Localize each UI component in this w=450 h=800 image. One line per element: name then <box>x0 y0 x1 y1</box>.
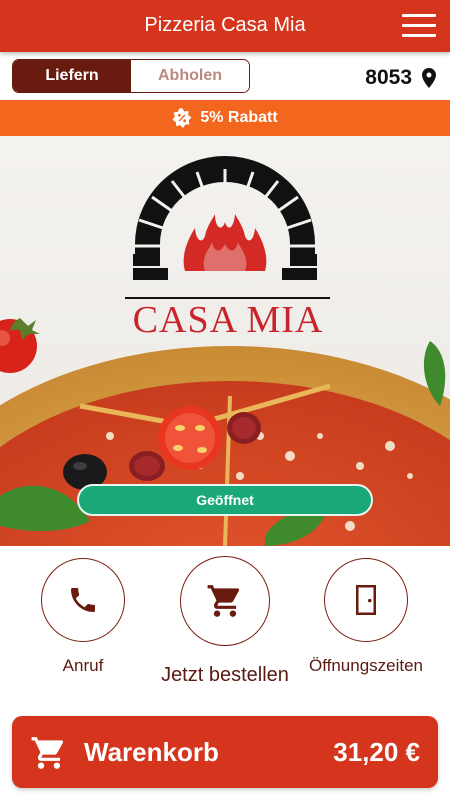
hamburger-menu-icon[interactable] <box>402 14 436 38</box>
cart-button[interactable]: Warenkorb 31,20 € <box>12 716 438 788</box>
location-pin-icon <box>422 68 436 88</box>
app-header: Pizzeria Casa Mia <box>0 0 450 52</box>
pickup-tab[interactable]: Abholen <box>131 60 249 92</box>
hero-image: CASA MIA Geöffnet <box>0 136 450 546</box>
delivery-tab[interactable]: Liefern <box>13 60 131 92</box>
cart-label: Warenkorb <box>84 737 219 767</box>
order-now-action[interactable]: Jetzt bestellen <box>161 556 289 687</box>
discount-text: 5% Rabatt <box>200 109 278 126</box>
opening-hours-button[interactable] <box>324 558 408 642</box>
tomato-image <box>0 318 40 373</box>
opening-hours-label: Öffnungszeiten <box>308 656 424 675</box>
cart-total: 31,20 € <box>333 737 420 767</box>
oven-logo-icon: CASA MIA <box>125 156 330 341</box>
call-button[interactable] <box>41 558 125 642</box>
call-label: Anruf <box>62 656 104 675</box>
logo-text: CASA MIA <box>133 299 324 341</box>
door-icon <box>356 585 376 615</box>
order-mode-toggle: Liefern Abholen <box>12 59 250 93</box>
discount-banner: 5% Rabatt <box>0 100 450 136</box>
opening-hours-action[interactable]: Öffnungszeiten <box>306 558 426 676</box>
order-now-label: Jetzt bestellen <box>161 664 289 686</box>
postcode-text: 8053 <box>365 66 412 89</box>
app-title: Pizzeria Casa Mia <box>144 14 306 36</box>
phone-icon <box>71 588 95 612</box>
call-action[interactable]: Anruf <box>40 558 126 676</box>
open-status-button[interactable]: Geöffnet <box>77 484 373 516</box>
discount-badge-icon <box>172 108 192 128</box>
cart-icon <box>207 585 240 617</box>
order-now-button[interactable] <box>180 556 270 646</box>
quick-actions: Anruf Jetzt bestellen Öffnungszeiten <box>0 546 450 706</box>
postcode-selector[interactable]: 8053 <box>365 66 436 90</box>
cart-icon <box>31 737 64 769</box>
order-mode-row: Liefern Abholen 8053 <box>0 52 450 100</box>
